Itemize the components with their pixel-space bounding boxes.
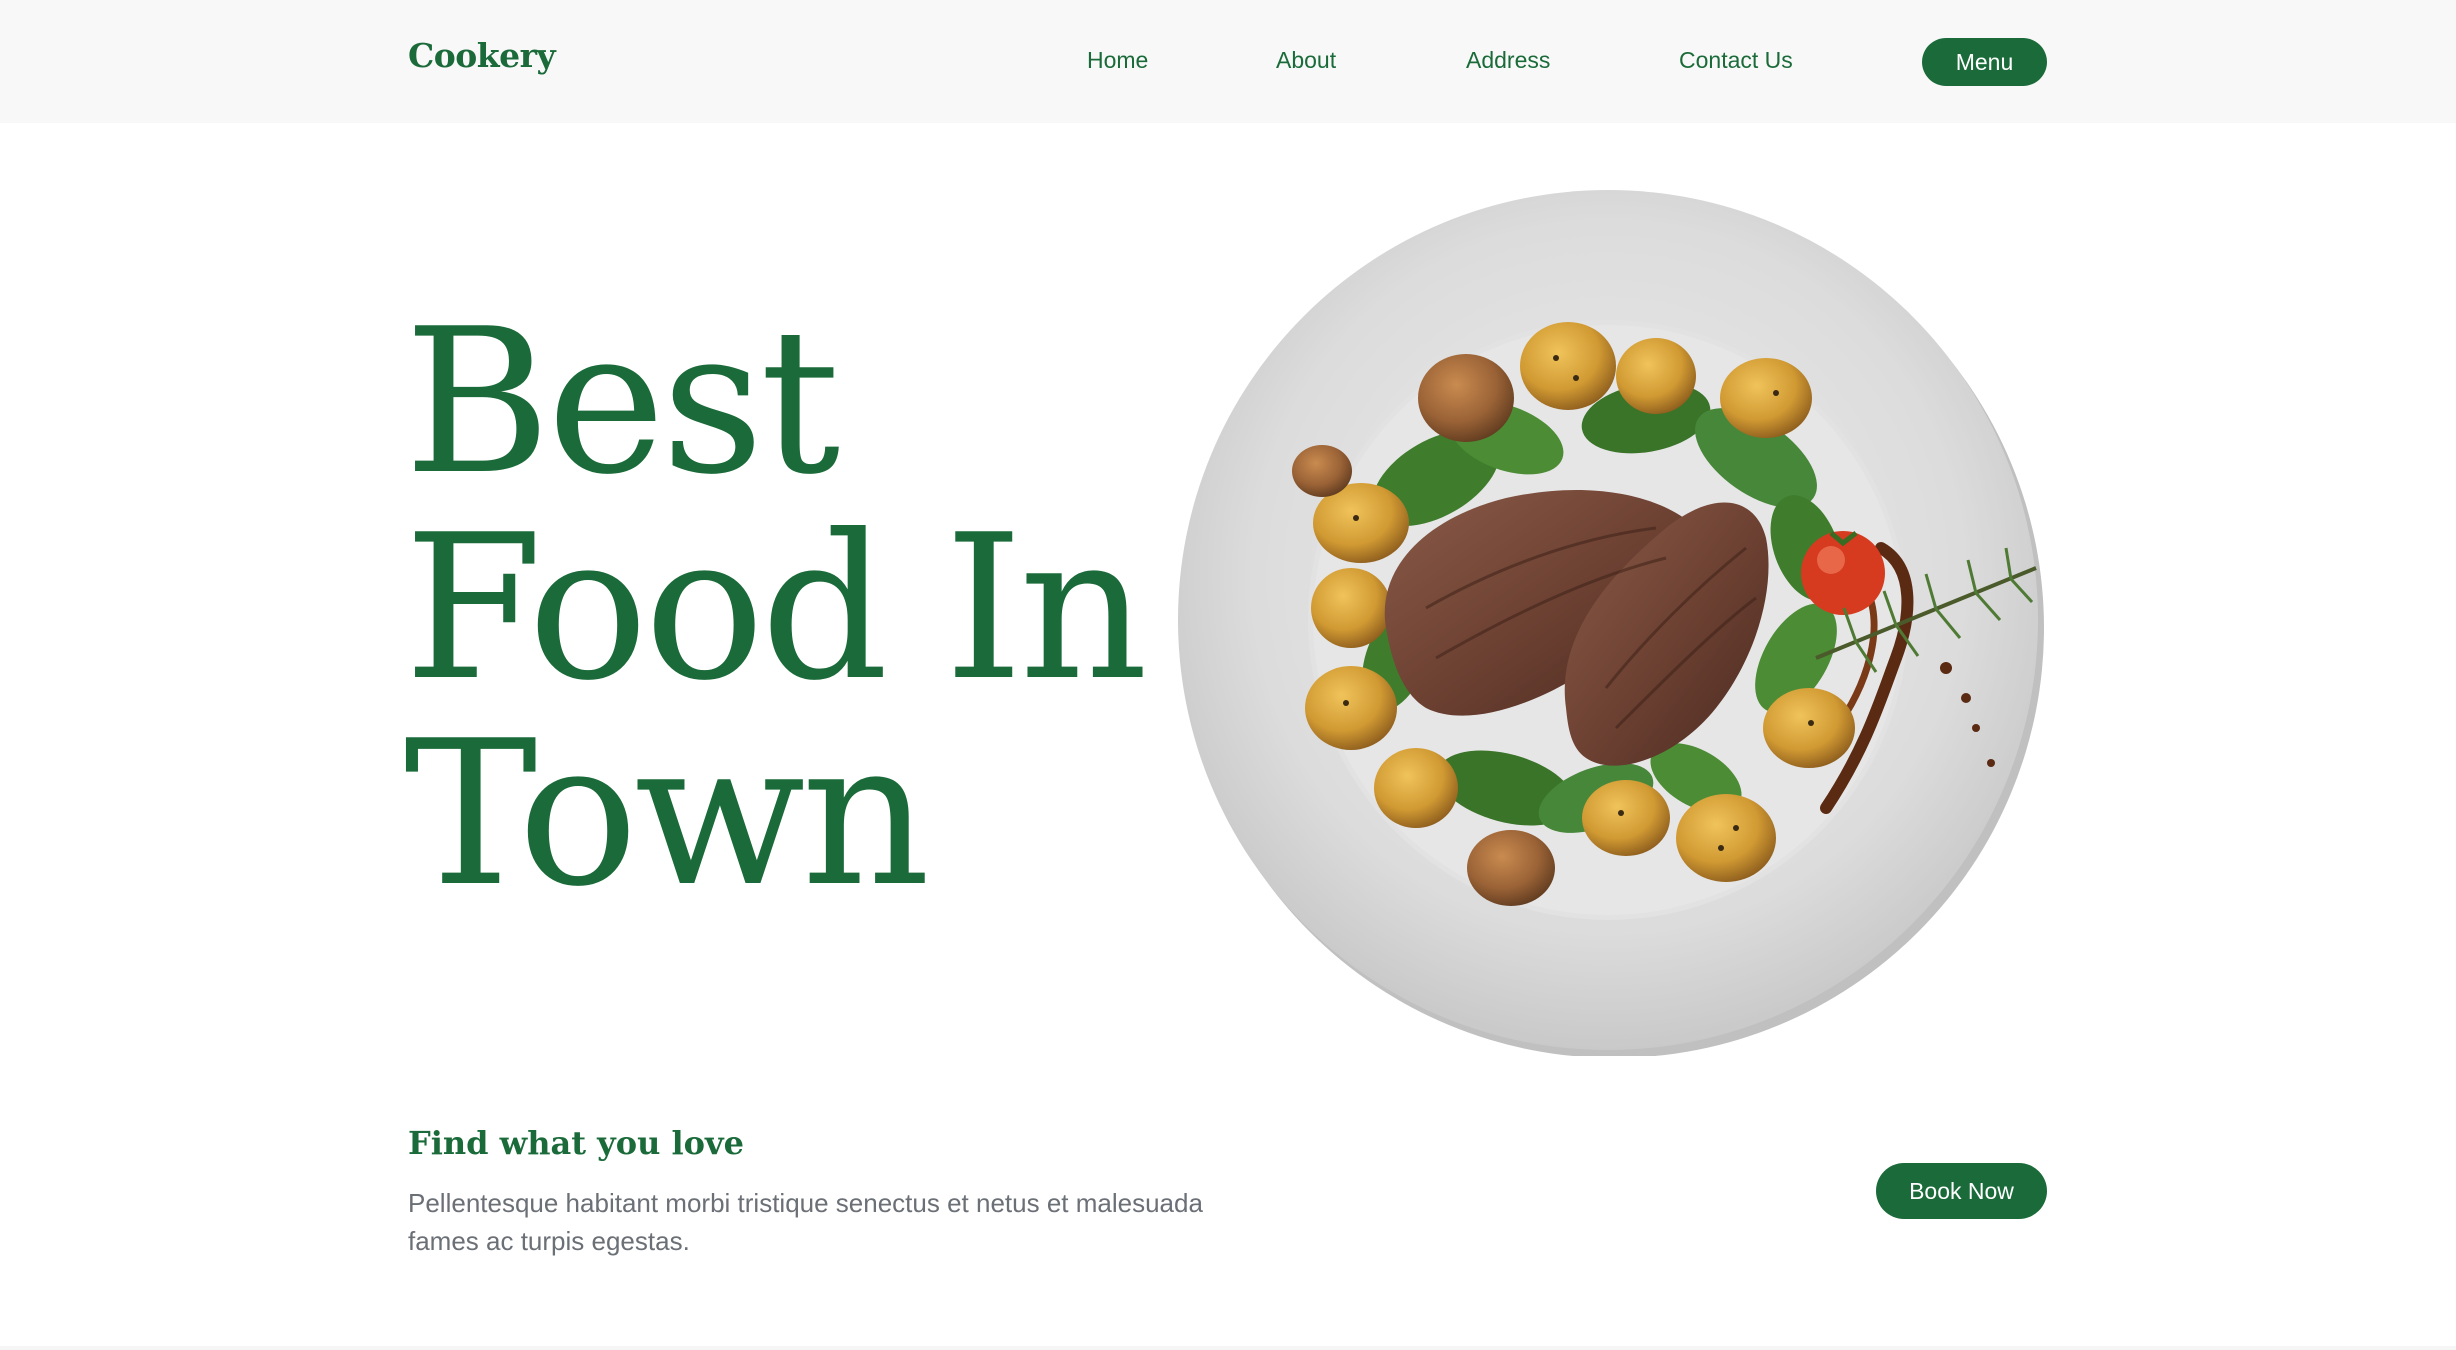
nav-address-link[interactable]: Address xyxy=(1466,47,1550,74)
nav-contact-link[interactable]: Contact Us xyxy=(1679,47,1793,74)
brand-logo[interactable]: Cookery xyxy=(408,36,556,75)
hero-title-line-3: Town xyxy=(404,698,930,931)
book-now-button[interactable]: Book Now xyxy=(1876,1163,2047,1219)
nav-home-link[interactable]: Home xyxy=(1087,47,1148,74)
hero-title-line-2: Food In xyxy=(404,492,1148,725)
description-text: Pellentesque habitant morbi tristique se… xyxy=(408,1188,1203,1256)
top-navbar: Cookery Home About Address Contact Us Me… xyxy=(0,0,2456,123)
hero-title: Best Food In Town xyxy=(404,300,1164,918)
hero-title-line-1: Best xyxy=(404,286,840,519)
bottom-divider xyxy=(0,1346,2456,1350)
tagline-heading: Find what you love xyxy=(408,1124,744,1162)
nav-about-link[interactable]: About xyxy=(1276,47,1336,74)
hero-food-image xyxy=(1176,188,2044,1058)
menu-button[interactable]: Menu xyxy=(1922,38,2047,86)
steak-plate-icon xyxy=(1178,190,2044,1058)
